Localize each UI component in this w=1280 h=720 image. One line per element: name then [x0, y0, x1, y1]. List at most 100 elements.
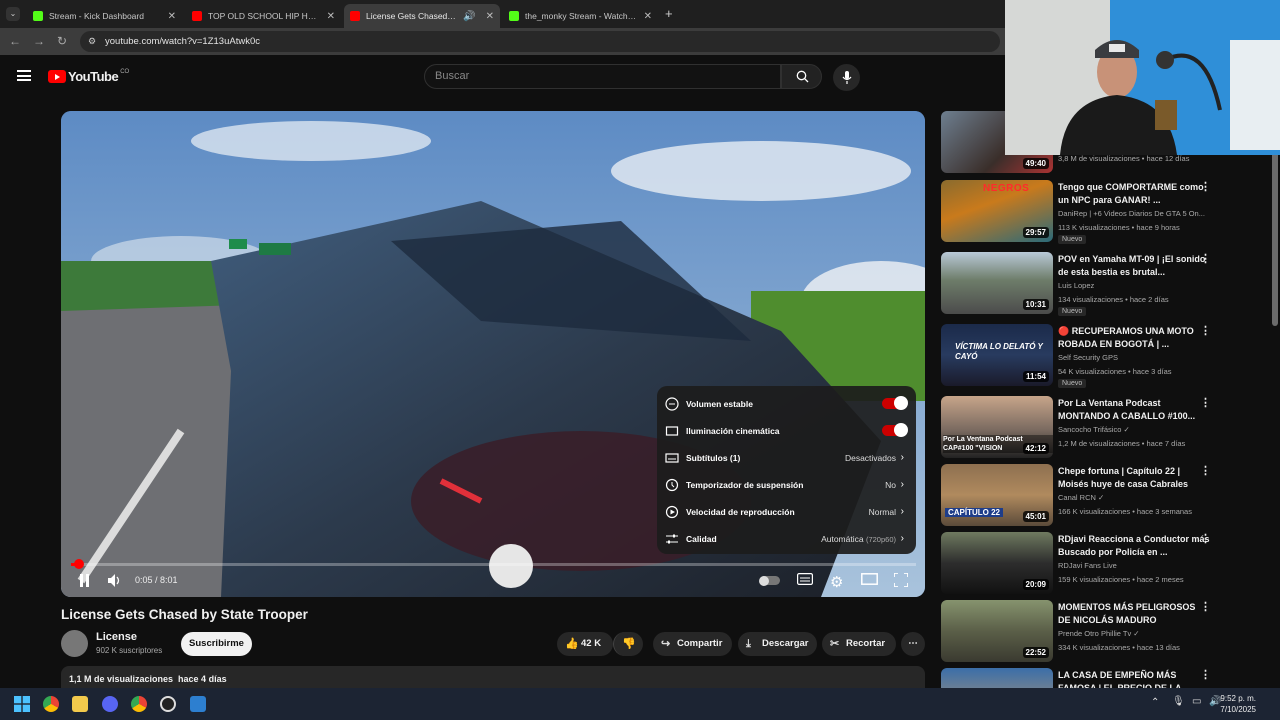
quality-row[interactable]: Calidad Automática (720p60) › [657, 525, 916, 552]
download-button[interactable]: ⤓ Descargar [738, 632, 817, 656]
recommendation-item[interactable]: 20:09 RDjavi Reacciona a Conductor más B… [941, 532, 1261, 594]
voice-search-button[interactable] [833, 64, 860, 91]
video-thumbnail[interactable]: 22:52 [941, 600, 1053, 662]
chrome-icon[interactable] [43, 696, 59, 712]
youtube-icon [192, 11, 202, 21]
channel-name[interactable]: Self Security GPS [1058, 353, 1210, 362]
clock[interactable]: 9:52 p. m. 7/10/2025 [1220, 693, 1256, 715]
recommendation-item[interactable]: 22:52 MOMENTOS MÁS PELIGROSOS DE NICOLÁS… [941, 600, 1261, 662]
recommendation-item[interactable]: Por La Ventana Podcast CAP#100 "VISION 4… [941, 396, 1261, 458]
video-thumbnail[interactable]: 10:31 [941, 252, 1053, 314]
video-thumbnail[interactable] [941, 668, 1053, 688]
dislike-button[interactable]: 👎 [613, 632, 643, 656]
playback-speed-row[interactable]: Velocidad de reproducción Normal › [657, 498, 916, 525]
close-tab-icon[interactable]: ✕ [486, 11, 494, 22]
settings-button[interactable]: ⚙ [830, 573, 843, 591]
obs-icon[interactable] [160, 696, 176, 712]
close-tab-icon[interactable]: ✕ [644, 11, 652, 22]
more-options-icon[interactable]: ⋮ [1200, 532, 1211, 545]
more-options-icon[interactable]: ⋮ [1200, 600, 1211, 613]
channel-name[interactable]: DaniRep | +6 Videos Diarios De GTA 5 On.… [1058, 209, 1210, 218]
video-thumbnail[interactable]: CAPÍTULO 22 45:01 [941, 464, 1053, 526]
pause-button[interactable] [79, 574, 91, 590]
subscribe-button[interactable]: Suscribirme [181, 632, 252, 656]
video-player[interactable]: Volumen estable Iluminación cinemática S… [61, 111, 925, 597]
channel-name[interactable]: Canal RCN ✓ [1058, 493, 1210, 502]
setting-value: No [885, 479, 896, 490]
time-display: 0:05 / 8:01 [135, 575, 178, 585]
site-info-icon[interactable]: ⚙ [88, 31, 96, 52]
channel-name[interactable]: Luis Lopez [1058, 281, 1210, 290]
recommendation-item[interactable]: LA CASA DE EMPEÑO MÁS FAMOSA | EL PRECIO… [941, 668, 1261, 688]
volume-button[interactable] [108, 574, 122, 590]
more-options-icon[interactable]: ⋮ [1200, 464, 1211, 477]
tab-monky-stream[interactable]: the_monky Stream - Watch Live ✕ [503, 4, 658, 28]
more-options-icon[interactable]: ⋮ [1200, 324, 1211, 337]
channel-name[interactable]: Sancocho Trifásico ✓ [1058, 425, 1210, 434]
more-options-icon[interactable]: ⋮ [1200, 180, 1211, 193]
url-field[interactable]: ⚙ youtube.com/watch?v=1Z13uAtwk0c [80, 31, 1000, 52]
close-tab-icon[interactable]: ✕ [168, 11, 176, 22]
new-badge: Nuevo [1058, 307, 1087, 316]
recommendation-item[interactable]: VÍCTIMA LO DELATÓ Y CAYÓ 11:54 🔴 RECUPER… [941, 324, 1261, 388]
video-thumbnail[interactable]: Por La Ventana Podcast CAP#100 "VISION 4… [941, 396, 1053, 458]
search-icon [796, 70, 809, 83]
speaker-icon[interactable]: 🔊 [463, 11, 475, 22]
stable-volume-toggle[interactable] [882, 396, 908, 410]
video-title: LA CASA DE EMPEÑO MÁS FAMOSA | EL PRECIO… [1058, 670, 1192, 688]
search-input[interactable]: Buscar [424, 64, 781, 89]
clip-button[interactable]: ✂ Recortar [822, 632, 896, 656]
close-tab-icon[interactable]: ✕ [327, 11, 335, 22]
autoplay-toggle[interactable] [759, 575, 780, 586]
chrome-profile-icon[interactable] [131, 696, 147, 712]
more-options-icon[interactable]: ⋮ [1200, 396, 1211, 409]
share-button[interactable]: ↪ Compartir [653, 632, 732, 656]
youtube-logo[interactable]: YouTube CO [48, 69, 129, 84]
new-tab-button[interactable]: + [665, 6, 673, 21]
app-window-icon[interactable] [190, 696, 206, 712]
fullscreen-button[interactable] [893, 572, 909, 590]
video-thumbnail[interactable]: NEGROS 29:57 [941, 180, 1053, 242]
subtitles-row[interactable]: Subtítulos (1) Desactivados › [657, 444, 916, 471]
more-options-icon[interactable]: ⋮ [1200, 668, 1211, 681]
tab-list-chevron-icon[interactable]: ⌄ [6, 7, 20, 21]
channel-avatar[interactable] [61, 630, 88, 657]
webcam-overlay [1005, 0, 1280, 155]
theater-mode-button[interactable] [861, 573, 878, 588]
forward-icon[interactable]: → [33, 34, 45, 48]
sleep-timer-row[interactable]: Temporizador de suspensión No › [657, 471, 916, 498]
more-options-icon[interactable]: ⋮ [1200, 252, 1211, 265]
channel-name[interactable]: Prende Otro Phillie Tv ✓ [1058, 629, 1210, 638]
setting-label: Velocidad de reproducción [686, 506, 795, 517]
network-icon[interactable]: ▭ [1192, 696, 1201, 707]
ambient-mode-row[interactable]: Iluminación cinemática [657, 417, 916, 444]
microphone-tray-icon[interactable]: 🎙 [1172, 696, 1185, 707]
like-button[interactable]: 👍 42 K [557, 632, 613, 656]
tab-license-video[interactable]: License Gets Chased by Stat 🔊 ✕ [344, 4, 500, 28]
recommendation-item[interactable]: 10:31 POV en Yamaha MT-09 | ¡El sonido d… [941, 252, 1261, 316]
stable-volume-row[interactable]: Volumen estable [657, 390, 916, 417]
menu-icon[interactable] [17, 70, 31, 81]
channel-name[interactable]: License [96, 631, 137, 643]
tab-hip-hop[interactable]: TOP OLD SCHOOL HIP HOP Ice ✕ [186, 4, 341, 28]
page-scrollbar[interactable] [1272, 150, 1278, 326]
back-icon[interactable]: ← [9, 34, 21, 48]
recommendation-item[interactable]: CAPÍTULO 22 45:01 Chepe fortuna | Capítu… [941, 464, 1261, 526]
video-thumbnail[interactable]: 20:09 [941, 532, 1053, 594]
windows-start-icon[interactable] [14, 696, 30, 712]
reload-icon[interactable]: ↻ [57, 34, 67, 48]
channel-name[interactable]: RDJavi Fans Live [1058, 561, 1210, 570]
ambient-mode-toggle[interactable] [882, 423, 908, 437]
progress-bar[interactable] [71, 559, 916, 569]
url-text: youtube.com/watch?v=1Z13uAtwk0c [105, 36, 260, 47]
tab-kick-dashboard[interactable]: Stream - Kick Dashboard ✕ [27, 4, 182, 28]
more-actions-button[interactable]: ⋯ [901, 632, 925, 656]
search-button[interactable] [781, 64, 822, 89]
recommendation-item[interactable]: NEGROS 29:57 Tengo que COMPORTARME como … [941, 180, 1261, 244]
file-explorer-icon[interactable] [72, 696, 88, 712]
video-thumbnail[interactable]: VÍCTIMA LO DELATÓ Y CAYÓ 11:54 [941, 324, 1053, 386]
subtitles-button[interactable] [797, 573, 814, 588]
chevron-up-icon[interactable]: ⌃ [1151, 697, 1159, 708]
discord-icon[interactable] [102, 696, 118, 712]
thumbs-up-icon: 👍 [565, 638, 579, 650]
